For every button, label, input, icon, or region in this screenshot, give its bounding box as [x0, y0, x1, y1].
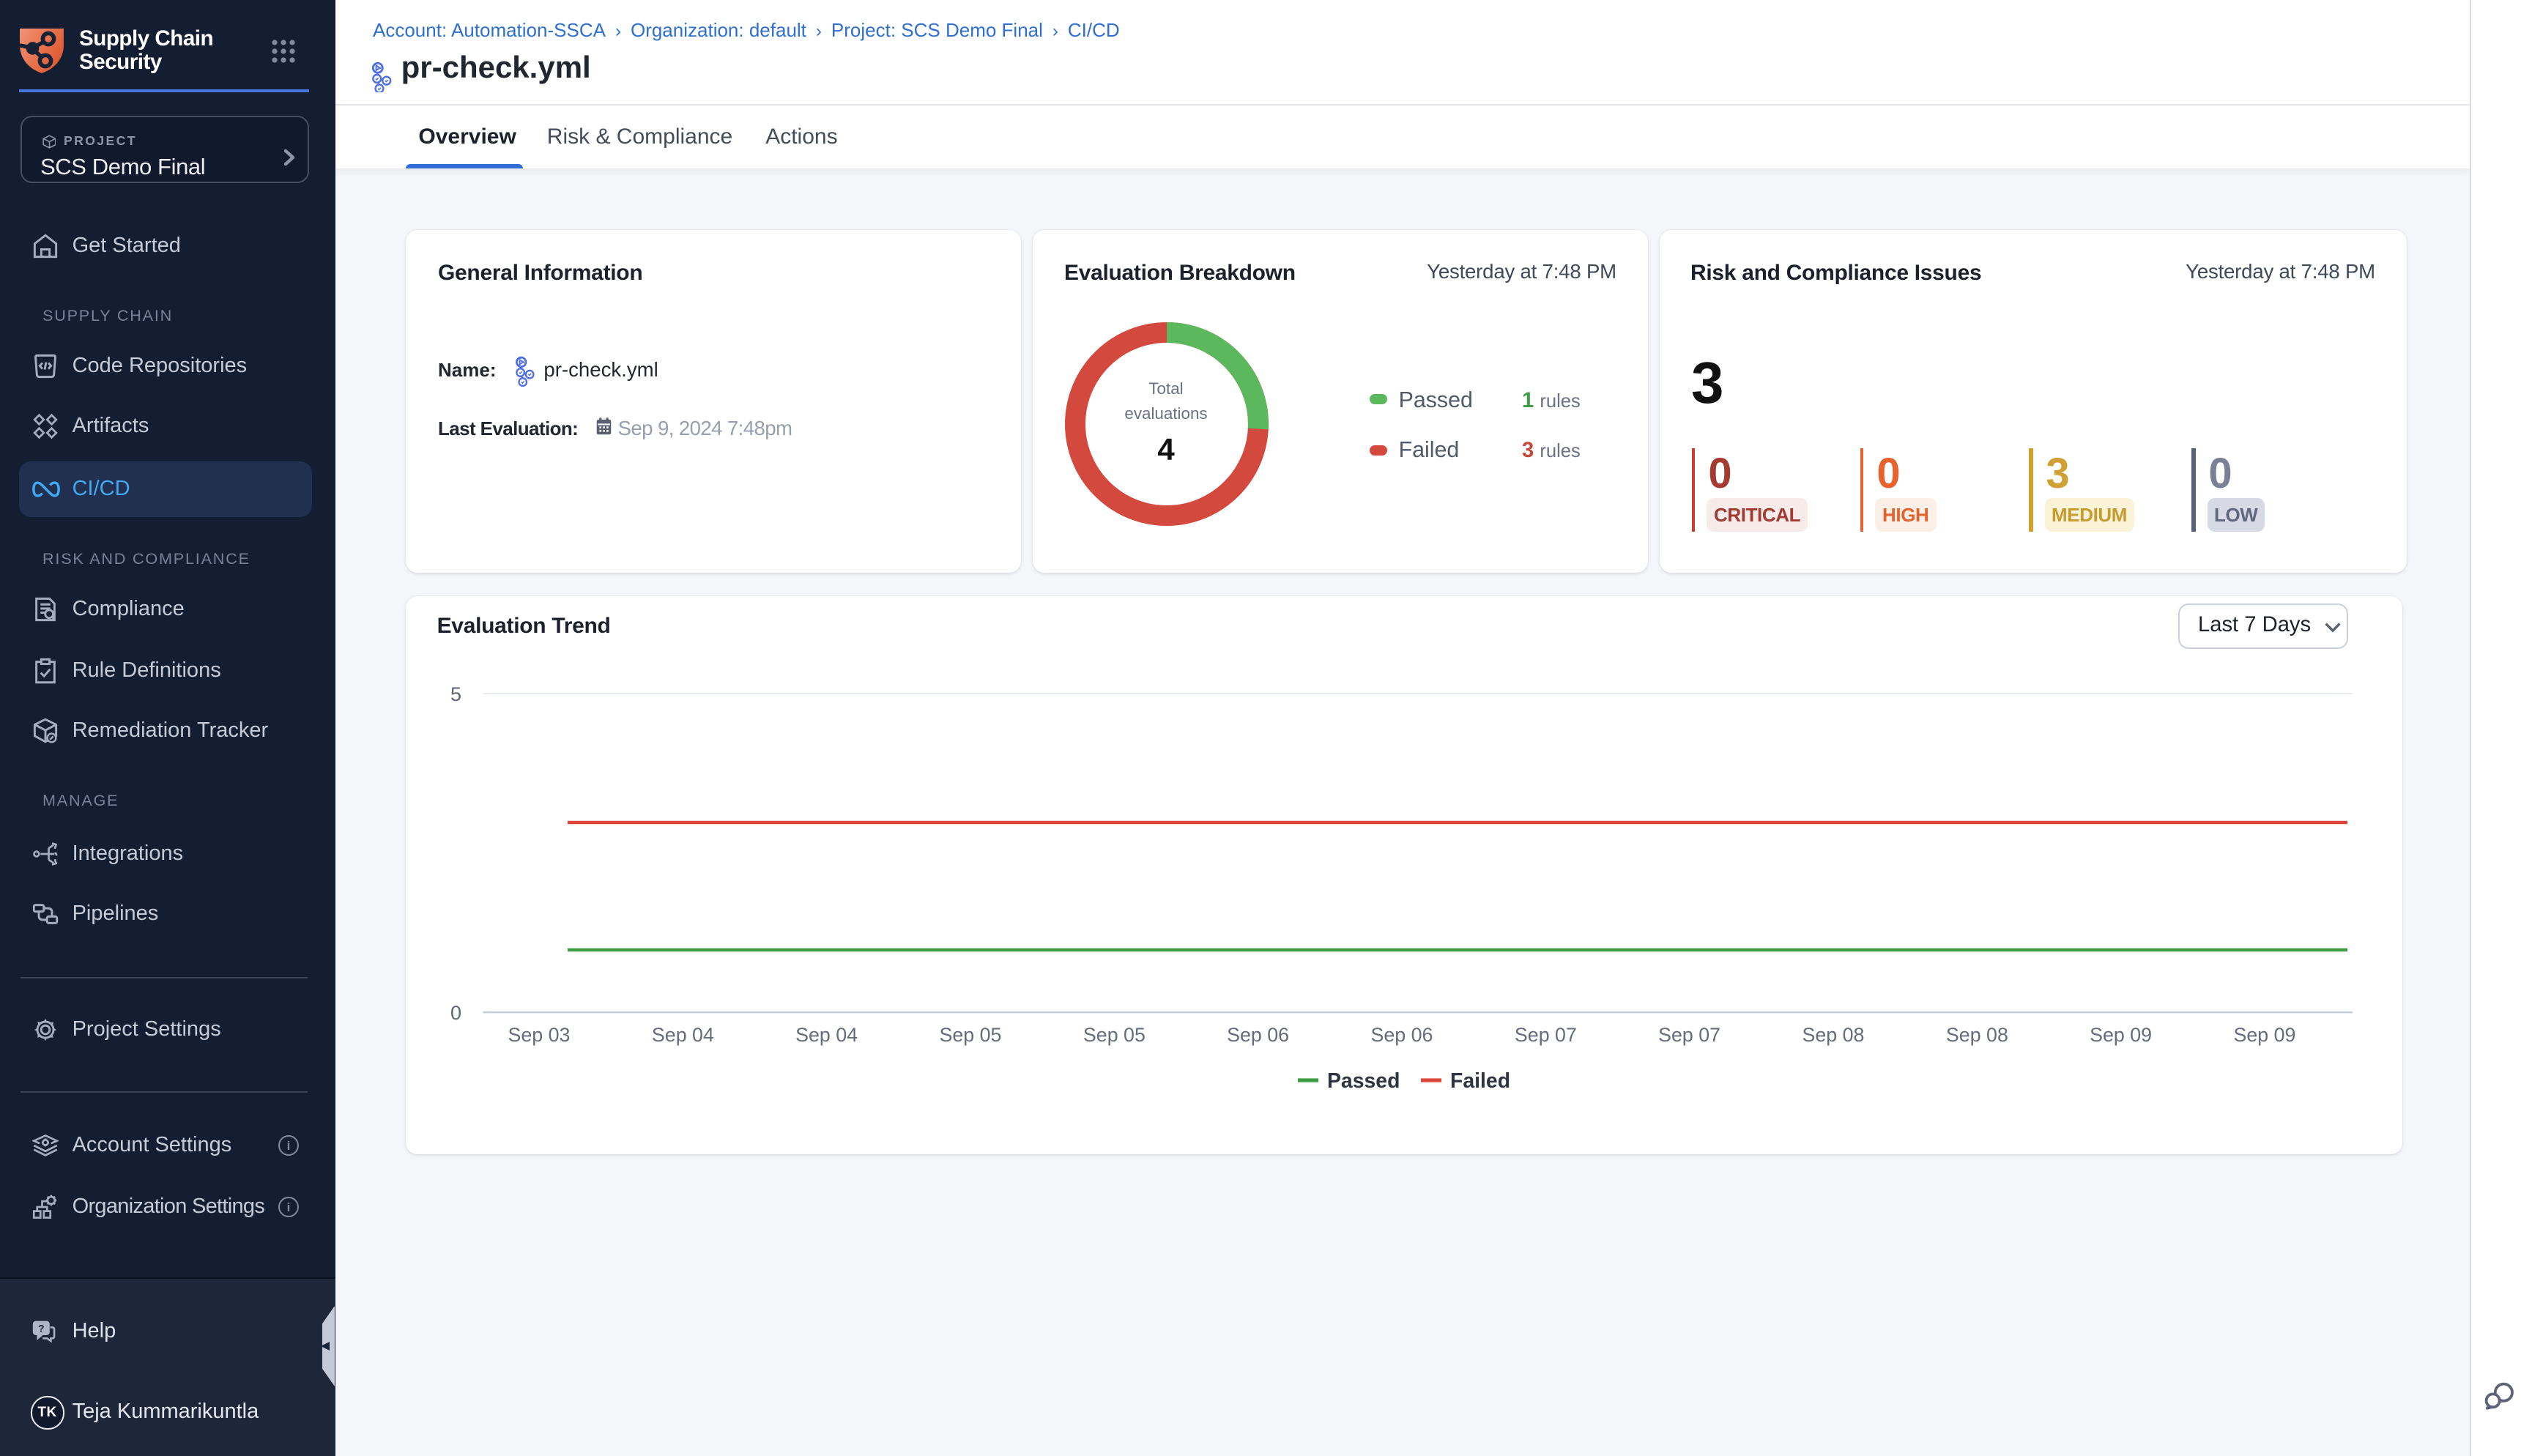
- svg-text:Sep 06: Sep 06: [1371, 1023, 1433, 1045]
- svg-text:Sep 05: Sep 05: [940, 1023, 1002, 1045]
- svg-text:Sep 09: Sep 09: [2090, 1023, 2152, 1045]
- svg-text:Sep 08: Sep 08: [1802, 1023, 1865, 1045]
- svg-text:0: 0: [450, 1001, 461, 1023]
- svg-text:Sep 07: Sep 07: [1515, 1023, 1577, 1045]
- svg-text:Sep 04: Sep 04: [795, 1023, 858, 1045]
- svg-text:5: 5: [450, 683, 461, 705]
- svg-text:Failed: Failed: [1450, 1069, 1510, 1092]
- svg-text:?: ?: [37, 1322, 44, 1334]
- svg-text:Sep 08: Sep 08: [1946, 1023, 2008, 1045]
- svg-text:Sep 05: Sep 05: [1083, 1023, 1146, 1045]
- svg-text:Passed: Passed: [1327, 1069, 1400, 1092]
- svg-text:Sep 03: Sep 03: [508, 1023, 571, 1045]
- svg-text:Sep 04: Sep 04: [652, 1023, 714, 1045]
- svg-text:Sep 06: Sep 06: [1227, 1023, 1289, 1045]
- svg-text:Sep 09: Sep 09: [2234, 1023, 2296, 1045]
- svg-text:Sep 07: Sep 07: [1658, 1023, 1720, 1045]
